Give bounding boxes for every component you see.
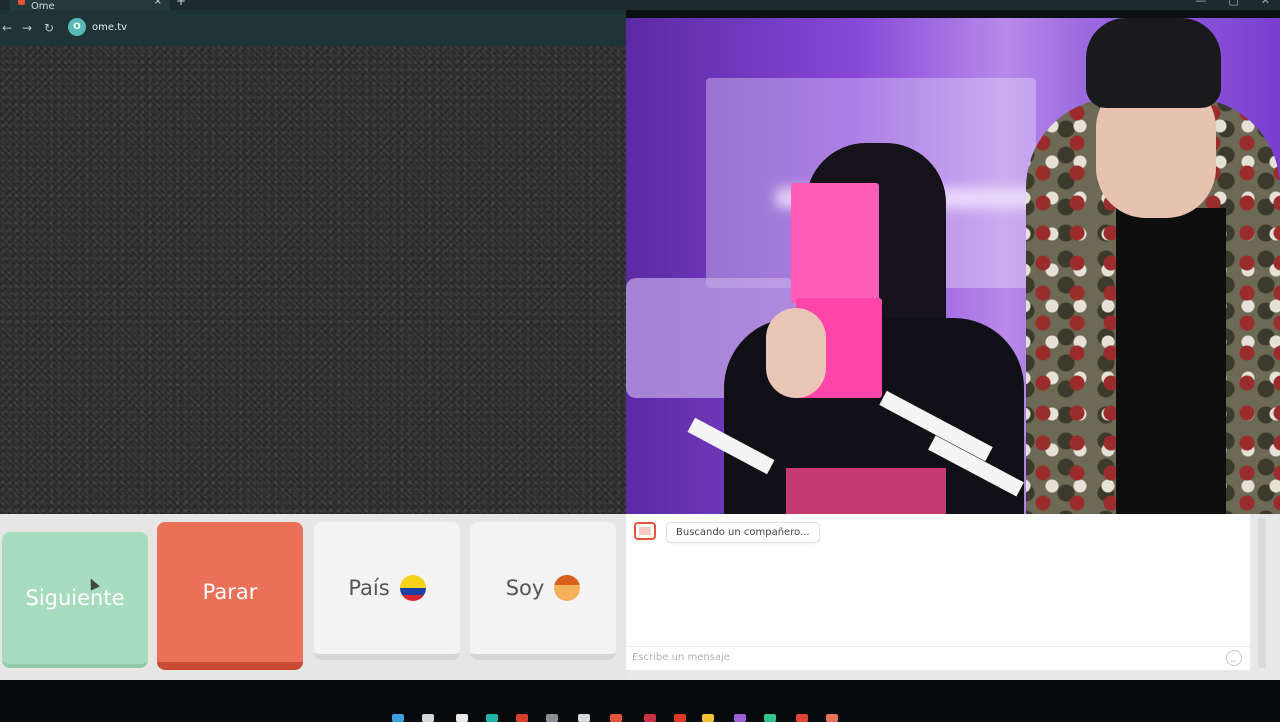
video-table — [786, 468, 946, 514]
app-icon[interactable] — [546, 714, 558, 722]
chat-message-input[interactable] — [632, 652, 1232, 663]
chat-input-divider — [626, 646, 1250, 647]
ome-tv-logo-icon: O — [68, 18, 86, 36]
app-icon[interactable] — [674, 714, 686, 722]
new-tab-button[interactable]: + — [176, 0, 186, 8]
app-icon[interactable] — [578, 714, 590, 722]
app-icon[interactable] — [644, 714, 656, 722]
remote-video-feed — [626, 18, 1280, 514]
back-arrow-icon[interactable]: ← — [2, 20, 12, 36]
country-button[interactable]: País — [314, 522, 460, 660]
app-icon[interactable] — [734, 714, 746, 722]
next-button[interactable]: Siguiente — [2, 532, 148, 668]
address-bar[interactable]: O ome.tv — [68, 18, 127, 36]
app-icon[interactable] — [826, 714, 838, 722]
minimize-icon[interactable]: — — [1195, 0, 1206, 7]
ome-tv-tv-icon — [634, 522, 656, 540]
chat-status-message: Buscando un compañero... — [666, 522, 820, 543]
stop-button-label: Parar — [202, 580, 258, 604]
tab-favicon-icon — [18, 0, 25, 5]
chat-panel: Buscando un compañero... — [626, 514, 1280, 680]
tab-close-icon[interactable]: × — [154, 0, 162, 7]
gender-button-label: Soy — [505, 576, 545, 600]
address-url: ome.tv — [92, 21, 128, 33]
start-icon[interactable] — [392, 714, 404, 722]
country-button-label: País — [348, 576, 390, 600]
chat-box: Buscando un compañero... — [626, 514, 1250, 670]
next-button-label: Siguiente — [25, 586, 125, 610]
search-icon[interactable] — [422, 714, 434, 722]
boy-face-icon — [554, 575, 581, 601]
video-hand — [766, 308, 826, 398]
maximize-icon[interactable]: ▢ — [1228, 0, 1238, 7]
chat-scrollbar[interactable] — [1258, 518, 1266, 668]
video-black-shirt — [1116, 208, 1226, 514]
video-black-cap — [1086, 18, 1221, 108]
app-icon[interactable] — [764, 714, 776, 722]
gender-button[interactable]: Soy — [470, 522, 616, 660]
controls-panel: Siguiente Parar País Soy — [0, 514, 626, 680]
app-icon[interactable] — [486, 714, 498, 722]
browser-toolbar: ← → ↻ O ome.tv — [0, 10, 626, 46]
local-video-feed — [0, 46, 626, 514]
app-icon[interactable] — [796, 714, 808, 722]
forward-arrow-icon[interactable]: → — [22, 20, 32, 36]
app-icon[interactable] — [610, 714, 622, 722]
window-controls: — ▢ ✕ — [1195, 0, 1270, 7]
close-window-icon[interactable]: ✕ — [1261, 0, 1270, 7]
browser-tabstrip: OmeTV Video Chat — Ome × + — ▢ ✕ — [0, 0, 1280, 12]
colombia-flag-icon — [399, 575, 426, 601]
video-pink-box — [791, 183, 879, 303]
browser-tab[interactable]: OmeTV Video Chat — Ome × — [10, 0, 170, 12]
os-taskbar — [0, 680, 1280, 722]
task-view-icon[interactable] — [456, 714, 468, 722]
stop-button[interactable]: Parar — [157, 522, 303, 670]
app-icon[interactable] — [516, 714, 528, 722]
reload-icon[interactable]: ↻ — [44, 20, 54, 36]
smiley-icon[interactable] — [1226, 650, 1242, 666]
app-icon[interactable] — [702, 714, 714, 722]
